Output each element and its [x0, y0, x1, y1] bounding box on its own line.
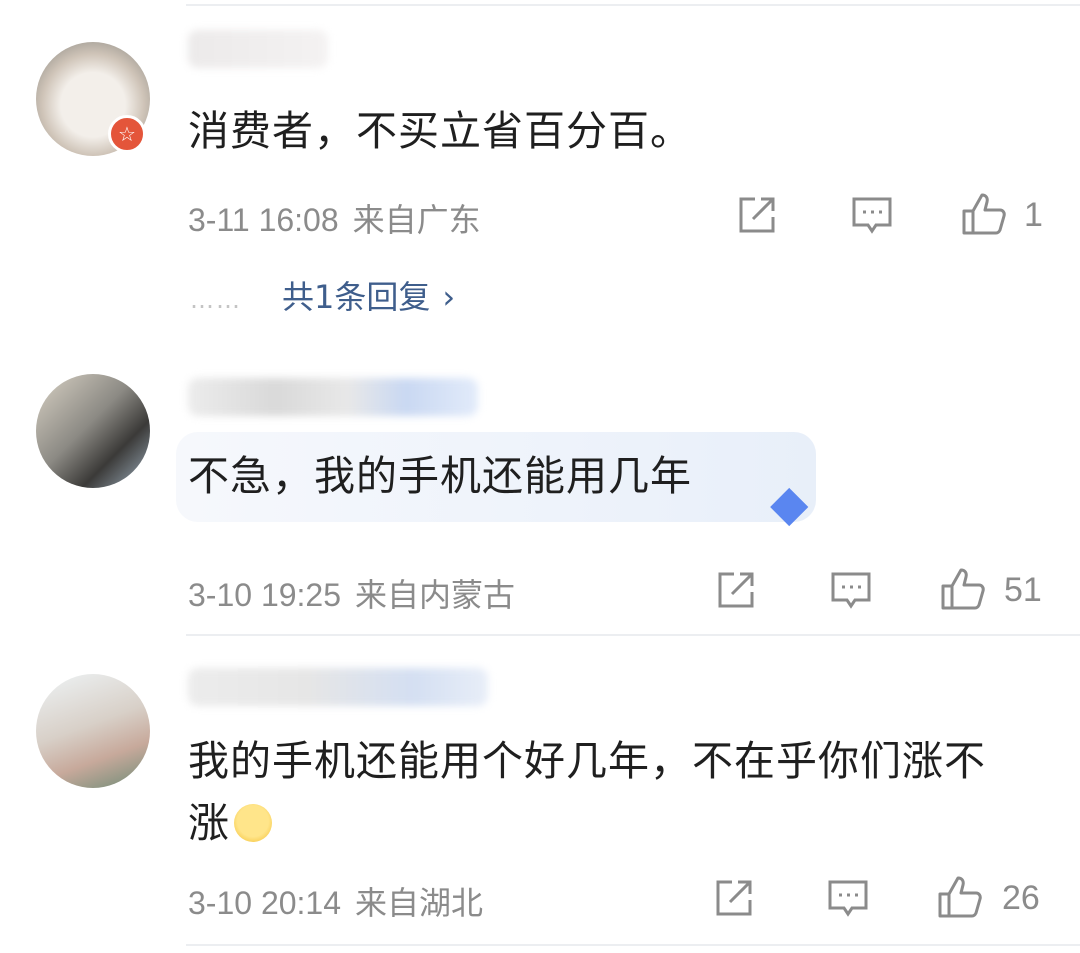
user-avatar[interactable] — [36, 374, 150, 488]
comment-item: 我的手机还能用个好几年，不在乎你们涨不 涨 3-10 20:14 来自湖北 26 — [0, 660, 1080, 953]
like-count: 26 — [1002, 879, 1040, 917]
comment-item: 不急，我的手机还能用几年 ◆ 3-10 19:25 来自内蒙古 51 — [0, 360, 1080, 660]
share-icon[interactable] — [714, 568, 758, 612]
comment-date: 3-11 16:08 — [188, 202, 339, 238]
comment-text-tail: 涨 — [188, 799, 230, 847]
diamond-icon: ◆ — [770, 474, 809, 532]
comment-text-line: 我的手机还能用个好几年，不在乎你们涨不 — [188, 737, 986, 785]
comment-item: ☆ 消费者，不买立省百分百。 3-11 16:08 来自广东 1 …… 共1条回复 › — [0, 0, 1080, 316]
share-icon[interactable] — [735, 193, 779, 237]
username-blurred[interactable] — [188, 30, 328, 68]
view-replies-link[interactable]: …… 共1条回复 › — [190, 272, 455, 318]
comment-meta: 3-10 19:25 来自内蒙古 — [188, 570, 515, 616]
divider-bottom — [186, 944, 1080, 946]
comment-text: 不急，我的手机还能用几年 — [188, 452, 692, 500]
comment-location: 来自内蒙古 — [355, 577, 516, 613]
comment-text: 消费者，不买立省百分百。 — [188, 107, 692, 155]
comment-meta: 3-11 16:08 来自广东 — [188, 195, 481, 241]
replies-label: 共1条回复 — [282, 278, 431, 316]
username-blurred[interactable] — [188, 378, 478, 416]
share-icon[interactable] — [712, 876, 756, 920]
smile-emoji-icon — [234, 804, 272, 842]
comment-icon[interactable] — [850, 193, 894, 237]
thumbs-up-icon[interactable] — [939, 566, 987, 612]
comment-location: 来自湖北 — [355, 885, 484, 921]
thumbs-up-icon[interactable] — [960, 191, 1008, 237]
verified-badge-icon: ☆ — [108, 115, 146, 153]
divider — [186, 634, 1080, 636]
comment-location: 来自广东 — [352, 202, 481, 238]
comment-icon[interactable] — [829, 568, 873, 612]
replies-dots: …… — [190, 286, 242, 314]
user-avatar[interactable] — [36, 674, 150, 788]
thumbs-up-icon[interactable] — [936, 874, 984, 920]
comment-text: 我的手机还能用个好几年，不在乎你们涨不 涨 — [188, 730, 986, 854]
comment-meta: 3-10 20:14 来自湖北 — [188, 878, 483, 924]
like-count: 51 — [1004, 571, 1042, 609]
comment-date: 3-10 19:25 — [188, 577, 342, 613]
like-count: 1 — [1024, 196, 1043, 234]
comment-icon[interactable] — [826, 876, 870, 920]
comment-date: 3-10 20:14 — [188, 885, 342, 921]
chevron-right-icon: › — [442, 278, 456, 316]
comment-text-line-2: 涨 — [188, 792, 986, 854]
username-blurred[interactable] — [188, 668, 488, 706]
